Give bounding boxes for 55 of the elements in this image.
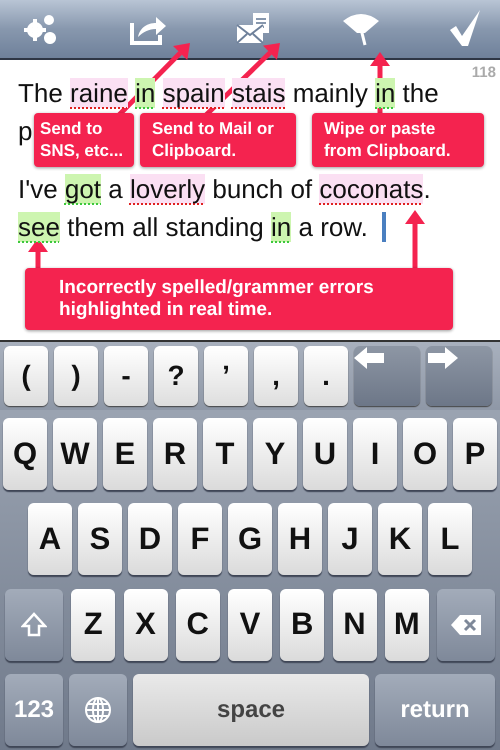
- globe-icon: [83, 694, 113, 725]
- key[interactable]: R: [153, 418, 197, 490]
- text-line: I've got a loverly bunch of coconats.: [18, 173, 431, 206]
- key[interactable]: .: [304, 346, 348, 406]
- backspace-icon: [450, 614, 482, 636]
- callout-label: Send to Mail or Clipboard.: [140, 113, 296, 167]
- key[interactable]: L: [428, 503, 472, 576]
- key[interactable]: H: [278, 503, 322, 576]
- callout-arrow: [405, 210, 425, 268]
- key[interactable]: G: [228, 503, 272, 576]
- key[interactable]: T: [203, 418, 247, 490]
- key[interactable]: Z: [71, 588, 116, 661]
- key[interactable]: E: [103, 418, 147, 490]
- callout-label: Send to SNS, etc...: [34, 113, 134, 167]
- text-line: p: [18, 115, 32, 148]
- key[interactable]: ): [54, 346, 98, 406]
- shift-icon: [21, 612, 47, 638]
- key[interactable]: M: [384, 588, 429, 661]
- key[interactable]: N: [332, 588, 376, 661]
- key[interactable]: J: [328, 503, 372, 576]
- character-count: 118: [472, 63, 496, 83]
- left-arrow-key[interactable]: [354, 346, 420, 406]
- key[interactable]: V: [228, 588, 272, 661]
- callout-label: Incorrectly spelled/grammer errors highlighted in real time.: [25, 268, 453, 330]
- key[interactable]: (: [4, 346, 48, 406]
- key[interactable]: O: [403, 418, 447, 490]
- key[interactable]: X: [124, 588, 168, 661]
- text-line: The raine in spain stais mainly in the: [18, 77, 439, 110]
- key[interactable]: W: [53, 418, 97, 490]
- key[interactable]: U: [303, 418, 347, 490]
- delete-key[interactable]: [437, 588, 495, 661]
- key[interactable]: Q: [3, 418, 47, 490]
- key[interactable]: I: [353, 418, 397, 490]
- key[interactable]: -: [104, 346, 148, 406]
- right-arrow-key[interactable]: [426, 346, 492, 406]
- key[interactable]: C: [176, 588, 220, 661]
- wiper-button[interactable]: [340, 11, 380, 47]
- key[interactable]: F: [178, 503, 222, 576]
- text-line: see them all standing in a row.: [18, 208, 386, 246]
- key[interactable]: P: [453, 418, 497, 490]
- right-arrow-icon: [426, 346, 458, 370]
- shift-key[interactable]: [5, 588, 63, 661]
- key[interactable]: ’: [204, 346, 248, 406]
- key[interactable]: Y: [253, 418, 297, 490]
- space-bar[interactable]: space: [133, 674, 369, 746]
- key[interactable]: ?: [154, 346, 198, 406]
- key[interactable]: K: [378, 503, 422, 576]
- globe-key[interactable]: [69, 674, 127, 746]
- callout-label: Wipe or paste from Clipboard.: [312, 113, 484, 167]
- left-arrow-icon: [354, 346, 386, 370]
- key[interactable]: ,: [254, 346, 298, 406]
- key[interactable]: A: [28, 503, 72, 576]
- key[interactable]: S: [78, 503, 122, 576]
- key[interactable]: B: [280, 588, 324, 661]
- key[interactable]: D: [128, 503, 172, 576]
